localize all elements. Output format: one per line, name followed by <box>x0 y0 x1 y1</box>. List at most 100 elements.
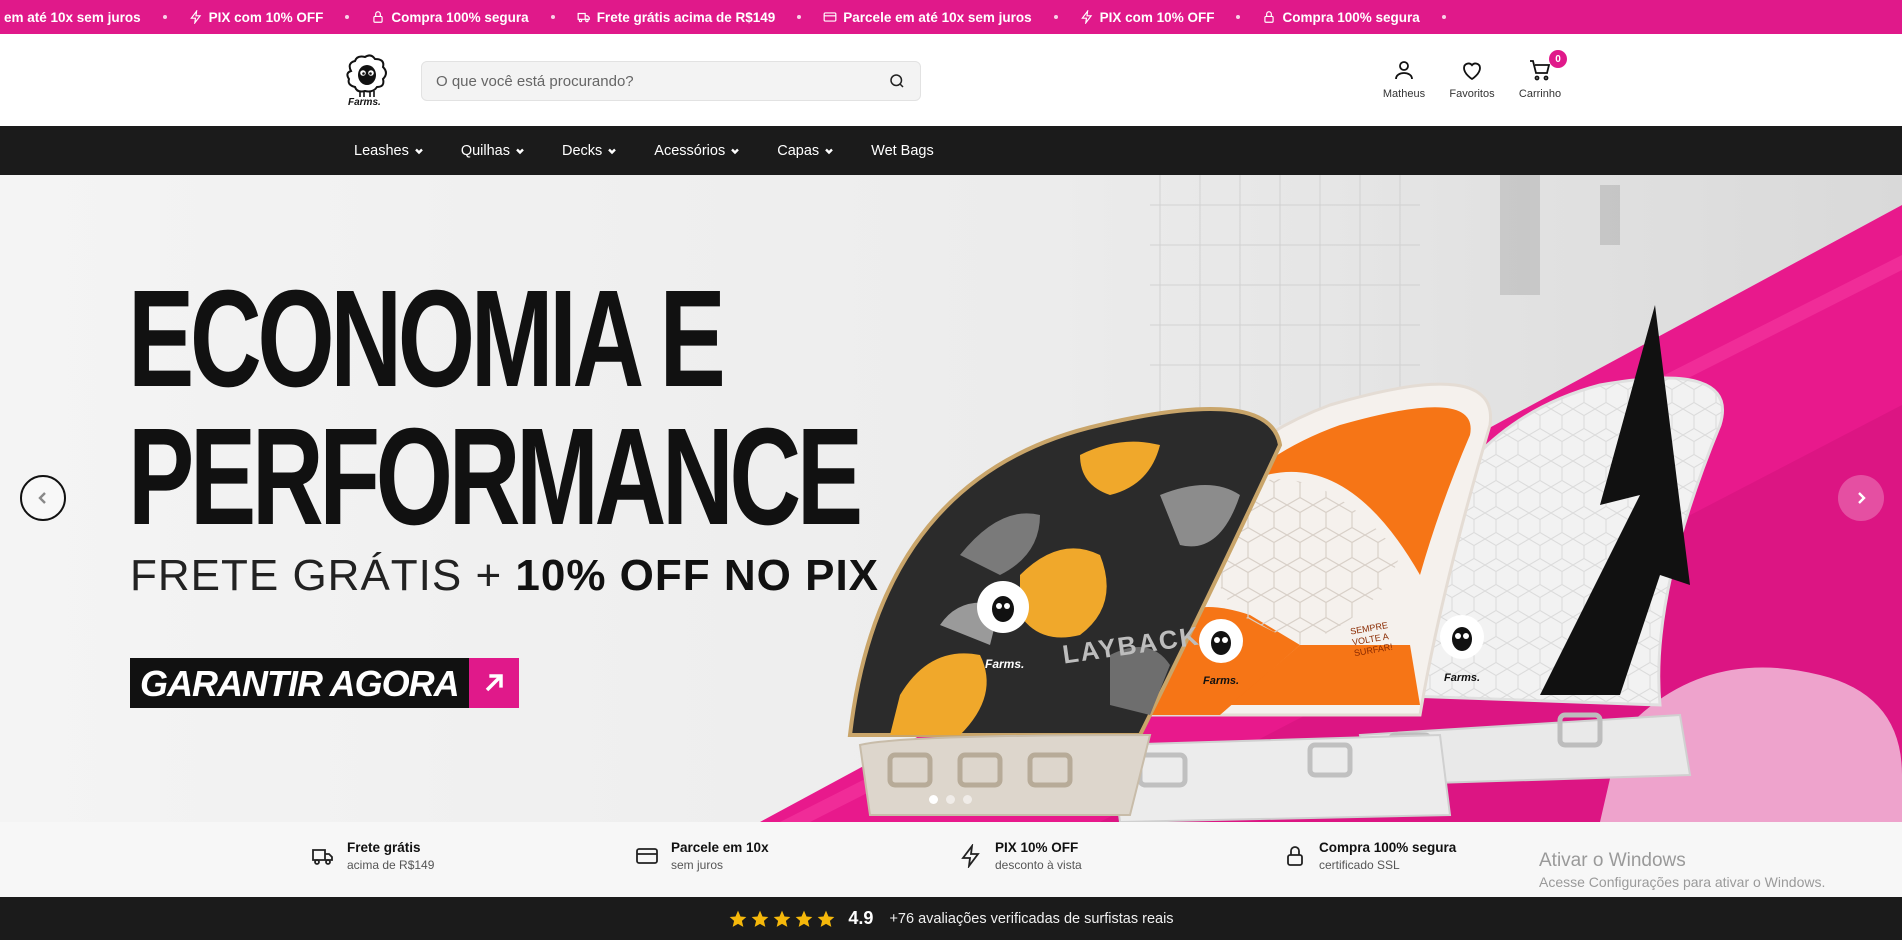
hero-subtitle-part1: FRETE GRÁTIS + <box>130 551 516 600</box>
favorites-button[interactable]: Favoritos <box>1442 58 1502 100</box>
benefit-subtitle: certificado SSL <box>1319 858 1400 872</box>
promo-bar: em até 10x sem juros PIX com 10% OFF Com… <box>0 0 1902 34</box>
promo-separator <box>1441 15 1446 19</box>
chevron-right-icon <box>1858 492 1866 504</box>
promo-separator <box>162 15 167 19</box>
cart-count-badge: 0 <box>1549 50 1567 68</box>
carousel-next-button[interactable] <box>1838 475 1884 521</box>
site-header <box>0 34 1902 126</box>
heart-icon <box>1463 62 1481 81</box>
benefit-title: PIX 10% OFF <box>995 840 1079 855</box>
promo-item-label: Frete grátis acima de R$149 <box>596 9 776 25</box>
card-icon <box>636 848 658 864</box>
promo-separator <box>345 15 350 19</box>
nav-item-quilhas[interactable]: Quilhas <box>461 143 525 159</box>
lock-icon <box>1287 846 1303 866</box>
benefit-title: Frete grátis <box>347 840 421 855</box>
account-label: Matheus <box>1382 88 1426 100</box>
benefit-subtitle: desconto à vista <box>995 858 1082 872</box>
search-input[interactable] <box>436 72 888 90</box>
star-icon <box>752 910 769 927</box>
promo-item: PIX com 10% OFF <box>1080 9 1215 25</box>
promo-item: PIX com 10% OFF <box>189 9 324 25</box>
carousel-dot[interactable] <box>929 795 938 804</box>
benefit-title: Compra 100% segura <box>1319 840 1457 855</box>
windows-activation-watermark: Ativar o Windows Acesse Configurações pa… <box>1539 850 1825 890</box>
carousel-dot[interactable] <box>963 795 972 804</box>
hero-banner[interactable]: LAYBACK SEMPRE VOLTE A SURFAR! Farms. Fa… <box>0 175 1902 822</box>
chevron-down-icon <box>516 148 524 154</box>
hero-subtitle: FRETE GRÁTIS + 10% OFF NO PIX <box>130 551 879 601</box>
search-bar <box>421 61 921 101</box>
reviews-text[interactable]: +76 avaliações verificadas de surfistas … <box>889 911 1173 927</box>
promo-separator <box>550 15 555 19</box>
rating-stars <box>728 909 836 929</box>
lightning-icon <box>961 844 980 868</box>
promo-separator <box>1236 15 1241 19</box>
promo-item-label: Parcele em até 10x sem juros <box>843 9 1032 25</box>
star-icon <box>730 910 747 927</box>
lock-icon <box>1264 11 1275 23</box>
account-button[interactable]: Matheus <box>1374 58 1434 100</box>
nav-item-label: Quilhas <box>460 142 510 159</box>
promo-item: Compra 100% segura <box>371 10 529 25</box>
favorites-label: Favoritos <box>1449 88 1495 100</box>
lightning-icon <box>189 10 201 24</box>
nav-item-leashes[interactable]: Leashes <box>354 143 424 159</box>
benefit-item: Frete grátis acima de R$149 <box>311 840 434 872</box>
lock-icon <box>373 11 384 23</box>
promo-item: Frete grátis acima de R$149 <box>577 9 776 25</box>
logo-text: Farms. <box>348 97 381 108</box>
nav-item-label: Decks <box>562 142 603 159</box>
hero-subtitle-part2: 10% OFF NO PIX <box>515 551 880 600</box>
benefit-item: Compra 100% segura certificado SSL <box>1283 840 1456 872</box>
chevron-down-icon <box>731 148 740 154</box>
garantir-agora-button[interactable]: GARANTIR AGORA <box>130 658 519 708</box>
promo-item: em até 10x sem juros <box>4 10 141 25</box>
main-nav: Leashes Quilhas Decks Acessórios Capas W… <box>0 126 1902 175</box>
chevron-down-icon <box>414 148 423 154</box>
nav-item-wet-bags[interactable]: Wet Bags <box>871 143 934 159</box>
fin-brand-1: Farms. <box>985 657 1025 671</box>
hero-title: ECONOMIA E PERFORMANCE <box>128 262 863 554</box>
promo-item-label: Compra 100% segura <box>1282 9 1420 25</box>
chevron-down-icon <box>608 148 617 154</box>
lightning-icon <box>1080 10 1092 24</box>
promo-item-label: PIX com 10% OFF <box>1099 9 1215 25</box>
watermark-title: Ativar o Windows <box>1539 850 1686 871</box>
search-icon[interactable] <box>888 72 906 90</box>
promo-separator <box>1053 15 1058 19</box>
carousel-dots <box>929 795 972 804</box>
hero-title-line2: PERFORMANCE <box>128 400 863 554</box>
brand-logo[interactable]: Farms. <box>343 53 391 109</box>
promo-item: Parcele em até 10x sem juros <box>823 9 1032 25</box>
nav-item-label: Acessórios <box>654 142 726 159</box>
truck-icon <box>577 12 590 23</box>
carousel-prev-button[interactable] <box>20 475 66 521</box>
fin-brand-2: Farms. <box>1203 675 1240 687</box>
benefit-subtitle: sem juros <box>671 858 724 872</box>
cart-button[interactable]: 0 Carrinho <box>1510 50 1570 100</box>
hero-title-line1: ECONOMIA E <box>128 262 726 416</box>
nav-item-capas[interactable]: Capas <box>777 143 834 159</box>
promo-item-label: PIX com 10% OFF <box>208 9 324 25</box>
promo-item: Compra 100% segura <box>1262 9 1420 25</box>
nav-item-label: Wet Bags <box>871 142 934 159</box>
fin-label-slogan: SEMPRE VOLTE A SURFAR! <box>1349 620 1394 659</box>
card-icon <box>823 12 837 22</box>
carousel-dot[interactable] <box>946 795 955 804</box>
star-icon <box>796 910 813 927</box>
star-icon <box>774 910 791 927</box>
cart-label: Carrinho <box>1518 88 1562 100</box>
arrow-up-right-icon <box>485 674 503 692</box>
user-icon <box>1395 61 1413 80</box>
nav-item-decks[interactable]: Decks <box>562 143 617 159</box>
nav-item-label: Leashes <box>354 142 409 159</box>
nav-item-acessorios[interactable]: Acessórios <box>654 143 740 159</box>
benefit-item: PIX 10% OFF desconto à vista <box>959 840 1082 872</box>
benefit-item: Parcele em 10x sem juros <box>635 840 769 872</box>
promo-item-label: em até 10x sem juros <box>4 9 141 25</box>
benefit-subtitle: acima de R$149 <box>347 858 435 872</box>
chevron-down-icon <box>825 148 833 154</box>
star-icon <box>818 910 835 927</box>
